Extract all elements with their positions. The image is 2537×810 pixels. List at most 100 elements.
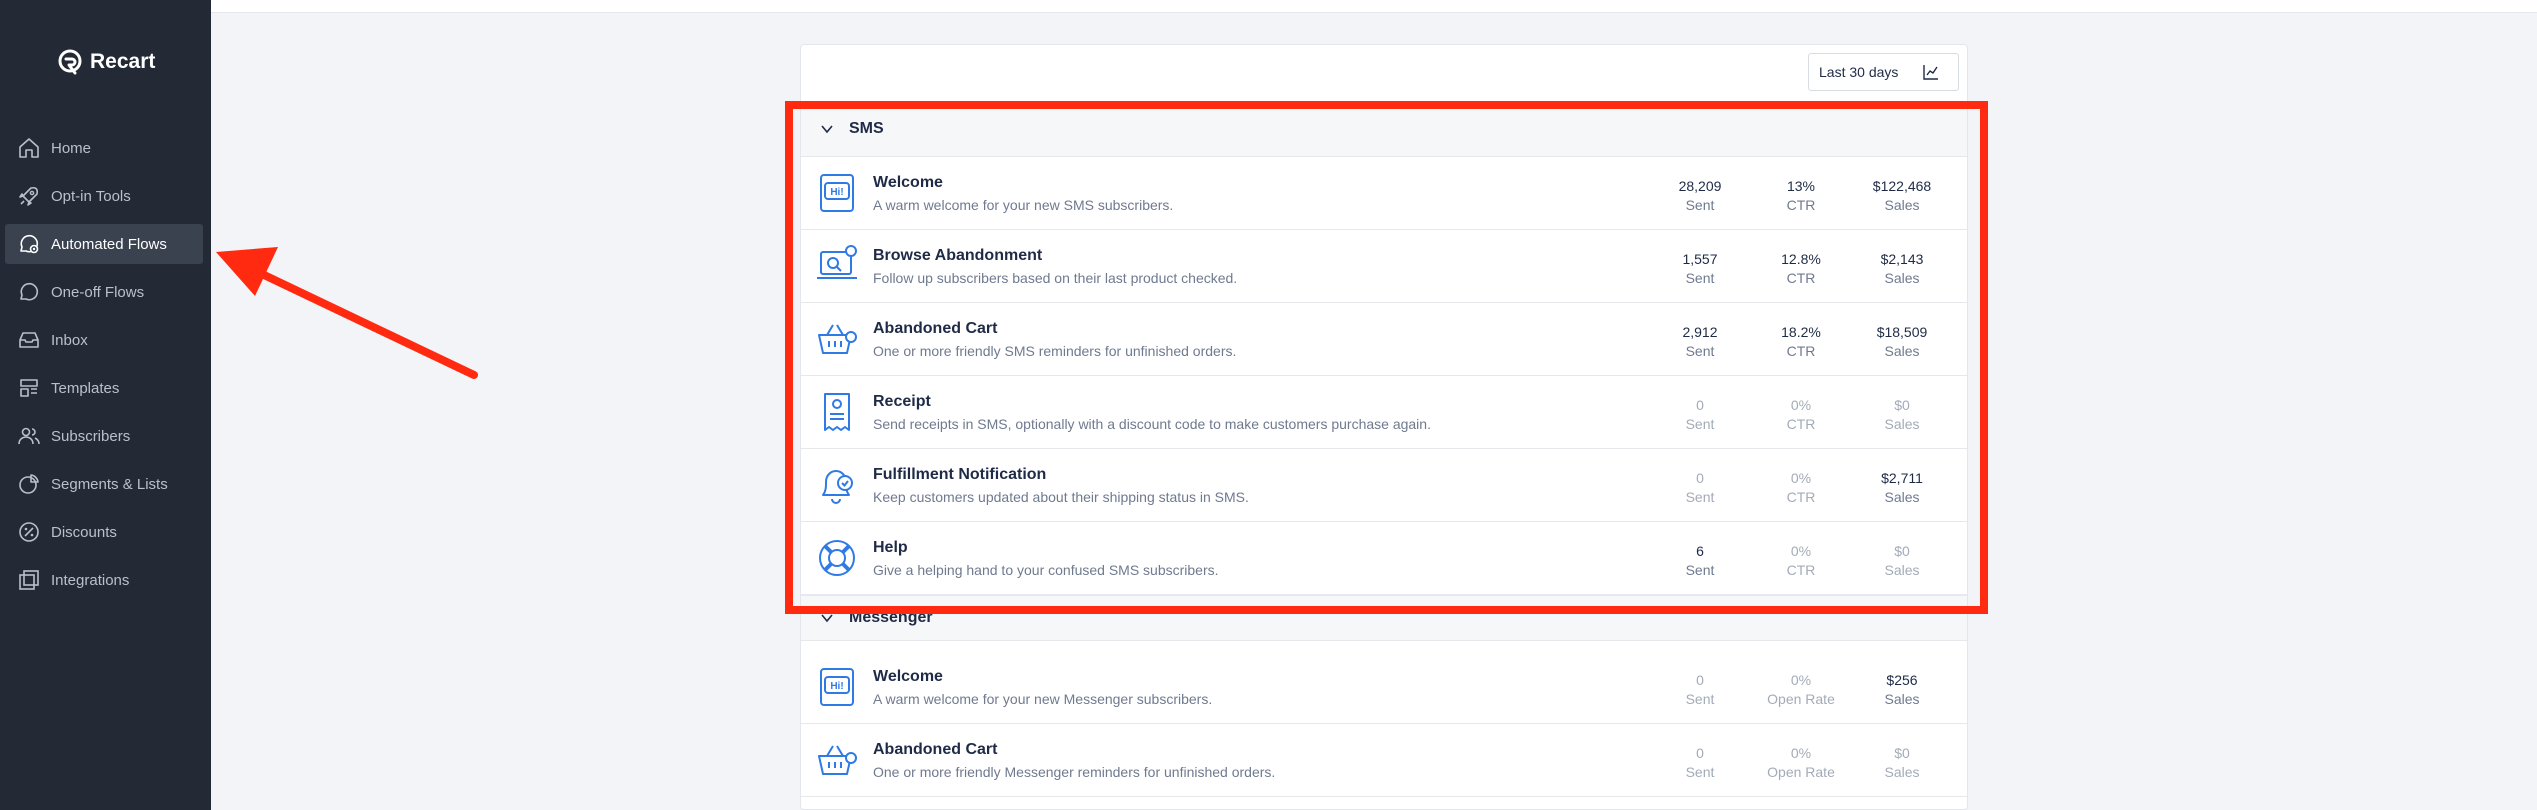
flow-title: Abandoned Cart bbox=[873, 741, 998, 758]
flow-title: Abandoned Cart bbox=[873, 320, 998, 337]
top-bar bbox=[211, 0, 2537, 13]
flow-title: Receipt bbox=[873, 393, 931, 410]
metric-sent: 2,912 Sent bbox=[1682, 324, 1718, 359]
hi-chat-icon: Hi! bbox=[820, 668, 854, 706]
metric-sales: $2,711 Sales bbox=[1881, 470, 1923, 505]
sidebar-item-label: Inbox bbox=[51, 331, 88, 349]
basket-icon bbox=[818, 745, 857, 775]
metric-open-rate: 0% Open Rate bbox=[1767, 745, 1835, 780]
flow-row-sms-receipt[interactable]: Receipt Send receipts in SMS, optionally… bbox=[801, 376, 1967, 449]
sidebar-item-subscribers[interactable]: Subscribers bbox=[5, 416, 203, 456]
metric-ctr: 12.8% CTR bbox=[1781, 251, 1821, 286]
flow-row-messenger-abandoned-cart[interactable]: Abandoned Cart One or more friendly Mess… bbox=[801, 724, 1967, 797]
metric-sent: 28,209 Sent bbox=[1678, 178, 1722, 213]
discount-icon bbox=[19, 522, 39, 542]
metric-sent: 0 Sent bbox=[1685, 470, 1715, 505]
rocket-icon bbox=[19, 186, 39, 206]
recart-logo[interactable]: Recart bbox=[56, 48, 155, 76]
integrations-icon bbox=[19, 570, 39, 590]
sidebar: Recart Home Opt-in Tools Automated Flows… bbox=[0, 0, 211, 810]
sidebar-item-label: Integrations bbox=[51, 571, 130, 589]
date-range-label: Last 30 days bbox=[1819, 64, 1899, 80]
flow-title: Browse Abandonment bbox=[873, 247, 1043, 264]
flow-row-messenger-welcome[interactable]: Hi! Welcome A warm welcome for your new … bbox=[801, 651, 1967, 724]
sidebar-item-home[interactable]: Home bbox=[5, 128, 203, 168]
sidebar-item-automated-flows[interactable]: Automated Flows bbox=[5, 224, 203, 264]
sidebar-item-opt-in-tools[interactable]: Opt-in Tools bbox=[5, 176, 203, 216]
flow-description: Keep customers updated about their shipp… bbox=[873, 489, 1249, 505]
app-name: Recart bbox=[90, 50, 156, 73]
receipt-icon bbox=[824, 393, 850, 431]
lifebuoy-icon bbox=[819, 540, 855, 576]
sidebar-item-label: One-off Flows bbox=[51, 283, 145, 301]
sidebar-item-templates[interactable]: Templates bbox=[5, 368, 203, 408]
metric-sent: 1,557 Sent bbox=[1682, 251, 1718, 286]
date-range-button[interactable]: Last 30 days bbox=[1808, 53, 1959, 91]
metric-ctr: 13% CTR bbox=[1786, 178, 1816, 213]
metric-sales: $256 Sales bbox=[1884, 672, 1920, 707]
flow-title: Fulfillment Notification bbox=[873, 466, 1047, 483]
metric-sales: $0 Sales bbox=[1884, 397, 1920, 432]
metric-sent: 0 Sent bbox=[1685, 745, 1715, 780]
flow-description: Send receipts in SMS, optionally with a … bbox=[873, 416, 1431, 432]
flow-description: Follow up subscribers based on their las… bbox=[873, 270, 1238, 286]
segments-icon bbox=[19, 474, 39, 494]
sidebar-item-label: Home bbox=[51, 139, 92, 157]
svg-text:Hi!: Hi! bbox=[830, 187, 843, 198]
section-header-messenger[interactable]: Messenger bbox=[801, 595, 1967, 641]
automation-icon bbox=[20, 234, 39, 254]
flow-description: One or more friendly Messenger reminders… bbox=[873, 764, 1276, 780]
home-icon bbox=[19, 138, 39, 158]
section-header-sms[interactable]: SMS bbox=[801, 101, 1967, 157]
sidebar-item-label: Opt-in Tools bbox=[51, 187, 131, 205]
metric-open-rate: 0% Open Rate bbox=[1767, 672, 1835, 707]
hi-chat-icon: Hi! bbox=[820, 174, 854, 212]
sidebar-item-segments-lists[interactable]: Segments & Lists bbox=[5, 464, 203, 504]
recart-logo-icon bbox=[58, 49, 82, 75]
flow-title: Welcome bbox=[873, 174, 943, 191]
metric-sales: $2,143 Sales bbox=[1880, 251, 1924, 286]
sidebar-item-label: Subscribers bbox=[51, 427, 131, 445]
flow-row-sms-help[interactable]: Help Give a helping hand to your confuse… bbox=[801, 522, 1967, 595]
metric-sales: $0 Sales bbox=[1884, 745, 1920, 780]
metric-sent: 0 Sent bbox=[1685, 672, 1715, 707]
metric-sales: $18,509 Sales bbox=[1876, 324, 1928, 359]
flows-card: Last 30 days SMS Hi! Welcome A warm welc… bbox=[800, 44, 1968, 810]
users-icon bbox=[18, 427, 40, 445]
metric-ctr: 18.2% CTR bbox=[1781, 324, 1821, 359]
sidebar-item-discounts[interactable]: Discounts bbox=[5, 512, 203, 552]
metric-sent: 0 Sent bbox=[1685, 397, 1715, 432]
basket-icon bbox=[818, 324, 857, 354]
section-title: SMS bbox=[849, 120, 884, 137]
templates-icon bbox=[20, 379, 38, 397]
metric-sales: $0 Sales bbox=[1884, 543, 1920, 578]
sidebar-item-integrations[interactable]: Integrations bbox=[5, 560, 203, 600]
flow-description: A warm welcome for your new Messenger su… bbox=[873, 691, 1213, 707]
flow-row-sms-abandoned-cart[interactable]: Abandoned Cart One or more friendly SMS … bbox=[801, 303, 1967, 376]
flow-description: A warm welcome for your new SMS subscrib… bbox=[873, 197, 1174, 213]
svg-text:Hi!: Hi! bbox=[830, 681, 843, 692]
sidebar-item-label: Automated Flows bbox=[51, 235, 167, 253]
sidebar-item-one-off-flows[interactable]: One-off Flows bbox=[5, 272, 203, 312]
bell-check-icon bbox=[822, 470, 853, 504]
flow-title: Welcome bbox=[873, 668, 943, 685]
chat-icon bbox=[20, 282, 39, 301]
sidebar-item-inbox[interactable]: Inbox bbox=[5, 320, 203, 360]
flow-title: Help bbox=[873, 539, 908, 556]
laptop-search-icon bbox=[817, 245, 857, 279]
metric-ctr: 0% CTR bbox=[1786, 470, 1816, 505]
sidebar-nav: Home Opt-in Tools Automated Flows One-of… bbox=[5, 128, 203, 608]
flow-row-sms-browse-abandonment[interactable]: Browse Abandonment Follow up subscribers… bbox=[801, 230, 1967, 303]
flow-row-sms-fulfillment-notification[interactable]: Fulfillment Notification Keep customers … bbox=[801, 449, 1967, 522]
inbox-icon bbox=[19, 332, 39, 348]
chevron-down-icon bbox=[821, 125, 833, 134]
section-title: Messenger bbox=[849, 609, 933, 626]
sidebar-item-label: Discounts bbox=[51, 523, 117, 541]
flow-description: One or more friendly SMS reminders for u… bbox=[873, 343, 1237, 359]
flow-row-sms-welcome[interactable]: Hi! Welcome A warm welcome for your new … bbox=[801, 157, 1967, 230]
line-chart-icon bbox=[1923, 65, 1939, 80]
chevron-down-icon bbox=[821, 614, 833, 623]
sidebar-item-label: Segments & Lists bbox=[51, 475, 168, 493]
metric-ctr: 0% CTR bbox=[1786, 543, 1816, 578]
flow-description: Give a helping hand to your confused SMS… bbox=[873, 562, 1219, 578]
